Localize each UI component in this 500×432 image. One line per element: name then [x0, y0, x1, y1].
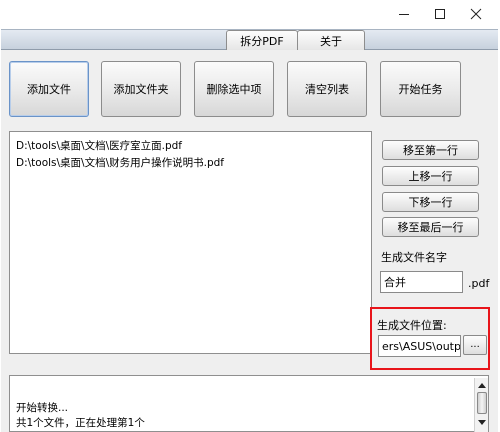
browse-button[interactable]: ...	[463, 335, 487, 355]
tab-label: 拆分PDF	[240, 34, 284, 48]
scroll-down-arrow[interactable]	[475, 416, 488, 428]
move-to-top-button[interactable]: 移至第一行	[382, 140, 479, 160]
tab-about[interactable]: 关于	[297, 30, 365, 50]
maximize-button[interactable]	[420, 0, 460, 27]
close-icon	[470, 8, 482, 19]
minimize-button[interactable]	[384, 0, 424, 27]
scroll-up-icon	[477, 382, 486, 388]
button-label: 上移一行	[408, 170, 453, 183]
file-list[interactable]: D:\tools\桌面\文档\医疗室立面.pdf D:\tools\桌面\文档\…	[9, 131, 372, 354]
minimize-icon	[399, 13, 409, 15]
log-line: 共1个文件，正在处理第1个	[16, 417, 145, 429]
input-value: 合并	[384, 276, 406, 289]
scroll-up-arrow[interactable]	[475, 379, 488, 391]
add-file-button[interactable]: 添加文件	[9, 61, 89, 117]
add-folder-button[interactable]: 添加文件夹	[101, 61, 181, 117]
extension-label: .pdf	[468, 277, 490, 290]
output-name-input[interactable]: 合并	[380, 271, 463, 293]
move-to-bottom-button[interactable]: 移至最后一行	[382, 217, 479, 237]
scroll-thumb[interactable]	[477, 392, 487, 414]
delete-selected-button[interactable]: 删除选中项	[194, 61, 274, 117]
button-label: 添加文件	[27, 83, 71, 96]
button-label: ...	[470, 339, 480, 350]
clear-list-button[interactable]: 清空列表	[287, 61, 367, 117]
button-label: 开始任务	[398, 83, 443, 96]
button-label: 移至最后一行	[397, 221, 464, 234]
output-location-input[interactable]: ers\ASUS\output	[378, 335, 461, 357]
input-value: ers\ASUS\output	[382, 339, 461, 353]
title-bar	[0, 0, 500, 27]
log-line: 开始转换...	[16, 402, 69, 414]
button-label: 删除选中项	[206, 83, 262, 96]
button-label: 下移一行	[408, 196, 453, 209]
button-label: 移至第一行	[403, 144, 458, 157]
button-label: 添加文件夹	[113, 83, 169, 96]
start-task-button[interactable]: 开始任务	[380, 61, 461, 117]
output-location-label: 生成文件位置:	[377, 319, 447, 332]
button-label: 清空列表	[305, 83, 349, 96]
scroll-down-icon	[477, 419, 486, 425]
log-scrollbar[interactable]	[474, 378, 488, 432]
list-item[interactable]: D:\tools\桌面\文档\财务用户操作说明书.pdf	[16, 155, 224, 170]
list-item[interactable]: D:\tools\桌面\文档\医疗室立面.pdf	[16, 138, 182, 153]
maximize-icon	[435, 8, 445, 19]
move-down-button[interactable]: 下移一行	[382, 192, 479, 212]
close-button[interactable]	[456, 0, 496, 27]
output-name-label: 生成文件名字	[381, 251, 447, 264]
log-area[interactable]: 开始转换... 共1个文件，正在处理第1个	[9, 375, 489, 432]
tab-label: 关于	[320, 34, 342, 48]
tab-split-pdf[interactable]: 拆分PDF	[226, 30, 298, 50]
move-up-button[interactable]: 上移一行	[382, 166, 479, 186]
